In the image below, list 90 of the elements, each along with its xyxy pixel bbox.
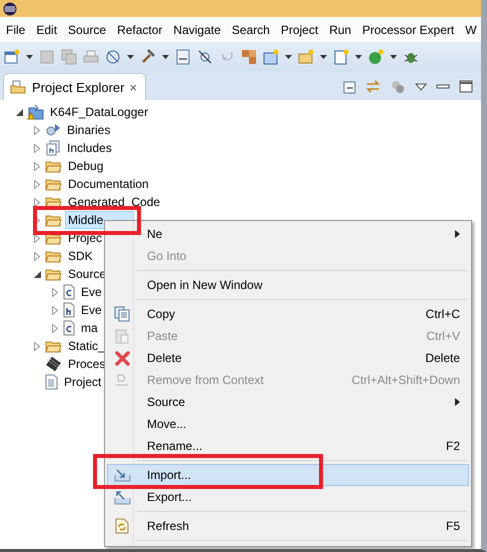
expand-arrow-icon[interactable]	[34, 252, 40, 260]
menu-item[interactable]: Export...	[107, 486, 469, 508]
menu-item[interactable]: Import...	[107, 464, 469, 486]
tree-item[interactable]: Documentation	[65, 175, 152, 193]
tree-item[interactable]: Static_	[65, 337, 108, 355]
menu-item[interactable]: Refresh F5	[107, 515, 469, 537]
menu-item[interactable]: Delete Delete	[107, 347, 469, 369]
collapse-arrow-icon[interactable]	[16, 108, 22, 116]
no-debug-icon[interactable]	[197, 49, 213, 65]
collapse-arrow-icon[interactable]	[34, 270, 40, 278]
tree-item[interactable]: Eve	[78, 301, 105, 319]
caret-icon[interactable]	[162, 55, 169, 59]
menu-title[interactable]: Navigate	[173, 22, 221, 36]
folder-icon	[45, 177, 62, 191]
folder-icon	[45, 213, 62, 227]
tree-item[interactable]: SDK	[65, 247, 96, 265]
tree-item[interactable]: Generated_Code	[65, 193, 164, 211]
minimize-icon[interactable]	[436, 84, 450, 90]
view-menu-icon[interactable]	[415, 82, 427, 90]
new-window-icon[interactable]	[4, 49, 20, 65]
expand-arrow-icon[interactable]	[34, 342, 40, 350]
menu-title[interactable]: Processor Expert	[362, 22, 454, 36]
menu-title[interactable]: Run	[329, 22, 352, 36]
refresh-icon	[115, 518, 129, 534]
collapse-all-icon[interactable]	[341, 79, 356, 94]
menu-title[interactable]: Refactor	[117, 22, 162, 36]
project-icon	[27, 104, 44, 120]
h-file-icon	[63, 302, 75, 318]
link-icon[interactable]	[365, 79, 381, 94]
tree-item[interactable]: Debug	[65, 157, 106, 175]
folder-icon	[45, 159, 62, 173]
new-c-project-icon[interactable]	[263, 49, 279, 65]
folder-icon	[45, 339, 62, 353]
expand-arrow-icon[interactable]	[34, 198, 40, 206]
expand-arrow-icon[interactable]	[34, 180, 40, 188]
menu-item[interactable]: Rename... F2	[107, 435, 469, 457]
new-c-file-icon[interactable]	[333, 49, 349, 65]
caret-icon[interactable]	[26, 55, 33, 59]
menu-title[interactable]: Edit	[36, 22, 58, 36]
menu-item[interactable]: Open in New Window	[107, 274, 469, 296]
caret-icon[interactable]	[285, 55, 292, 59]
includes-icon	[45, 140, 61, 156]
copy-icon	[114, 306, 130, 322]
c-file-icon	[63, 284, 75, 300]
tab-label: Project Explorer	[32, 80, 124, 94]
paste-icon	[115, 328, 129, 344]
close-button[interactable]: ×	[129, 80, 138, 94]
menu-item[interactable]: Source	[107, 391, 469, 413]
new-class-icon[interactable]	[368, 49, 384, 65]
expand-arrow-icon[interactable]	[34, 162, 40, 170]
tree-item[interactable]: Eve	[78, 283, 105, 301]
grid-icon[interactable]	[241, 49, 257, 65]
folder-icon	[45, 249, 62, 263]
expand-arrow-icon[interactable]	[52, 324, 58, 332]
c-file-icon	[63, 320, 75, 336]
new-folder-icon[interactable]	[298, 49, 314, 65]
caret-icon[interactable]	[355, 55, 362, 59]
expand-arrow-icon[interactable]	[34, 234, 40, 242]
expand-arrow-icon[interactable]	[34, 144, 40, 152]
export-icon	[114, 490, 130, 504]
menu-item[interactable]: Move...	[107, 413, 469, 435]
tree-item[interactable]: ma	[78, 319, 101, 337]
menu-item[interactable]: Copy Ctrl+C	[107, 303, 469, 325]
menu-title[interactable]: W	[465, 22, 477, 36]
binaries-icon	[45, 122, 61, 138]
caret-icon[interactable]	[390, 55, 397, 59]
expand-arrow-icon[interactable]	[52, 288, 58, 296]
file-icon	[45, 374, 58, 390]
folder-icon	[45, 267, 62, 281]
menu-title[interactable]: Project	[280, 22, 318, 36]
delete-icon	[114, 350, 130, 366]
folder-icon	[10, 80, 27, 94]
binary-file-icon[interactable]	[175, 49, 191, 65]
remove-icon	[114, 373, 130, 387]
expand-arrow-icon[interactable]	[52, 306, 58, 314]
tree-item[interactable]: K64F_DataLogger	[47, 103, 152, 121]
hammer-icon[interactable]	[140, 49, 156, 65]
menu-title[interactable]: File	[6, 22, 26, 36]
tree-item[interactable]: Binaries	[64, 121, 114, 139]
caret-icon[interactable]	[127, 55, 134, 59]
tree-item[interactable]: Includes	[64, 139, 115, 157]
expand-arrow-icon[interactable]	[34, 126, 40, 134]
maximize-icon[interactable]	[459, 80, 473, 93]
panel-tab[interactable]: Project Explorer ×	[3, 73, 146, 100]
import-icon	[114, 468, 130, 482]
menu-title[interactable]: Search	[232, 22, 270, 36]
menu-title[interactable]: Source	[68, 22, 106, 36]
tree-item[interactable]: Proces	[65, 355, 108, 373]
tree-item[interactable]: Project	[61, 373, 104, 391]
caret-icon[interactable]	[320, 55, 327, 59]
